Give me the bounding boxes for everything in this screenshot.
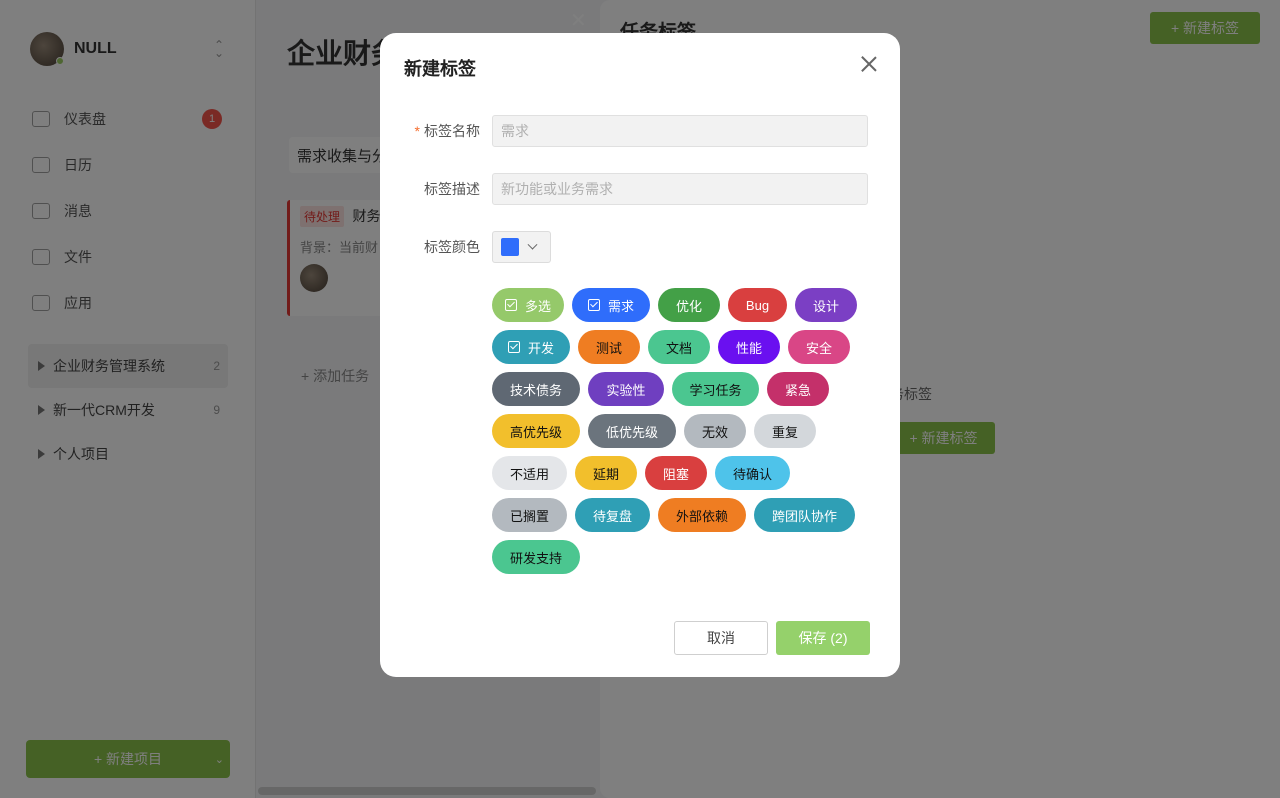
chip-row: 技术债务 实验性 学习任务 紧急: [492, 372, 872, 406]
tag-chip[interactable]: 优化: [658, 288, 720, 322]
tag-chip[interactable]: 重复: [754, 414, 816, 448]
tag-chip[interactable]: 技术债务: [492, 372, 580, 406]
tag-chip-label: 安全: [805, 340, 832, 356]
tag-chip-label: 外部依赖: [675, 508, 728, 524]
chip-row: 开发 测试 文档 性能 安全: [492, 330, 872, 364]
cancel-button[interactable]: 取消: [674, 621, 768, 655]
tag-chip[interactable]: 不适用: [492, 456, 567, 490]
preset-tag-list: 多选 需求 优化 Bug 设计开发 测试 文档 性能 安全技术债务 实验性 学习任务 紧急高优先级 低优…: [492, 288, 872, 582]
tag-chip-label: 待确认: [732, 466, 772, 482]
tag-chip-label: 紧急: [784, 382, 811, 398]
tag-chip-label: 多选: [524, 298, 551, 314]
tag-chip[interactable]: 文档: [648, 330, 710, 364]
tag-name-label: * 标签名称: [415, 115, 480, 147]
tag-chip[interactable]: 跨团队协作: [754, 498, 855, 532]
chip-row: 已搁置 待复盘 外部依赖 跨团队协作: [492, 498, 872, 532]
tag-desc-input[interactable]: [492, 173, 868, 205]
tag-chip[interactable]: 开发: [492, 330, 570, 364]
tag-chip-label: 跨团队协作: [771, 508, 837, 524]
tag-chip-label: 延期: [592, 466, 619, 482]
save-button[interactable]: 保存 (2): [776, 621, 870, 655]
tag-chip-label: 设计: [812, 298, 839, 314]
new-tag-dialog: 新建标签 *标签名称 标签描述 标签颜色 多选 需求 优化 Bug 设计开发 测试 文档 性能…: [380, 33, 900, 677]
close-icon[interactable]: [858, 53, 880, 75]
tag-chip-label: 开发: [527, 340, 554, 356]
tag-chip[interactable]: Bug: [728, 288, 787, 322]
tag-chip[interactable]: 外部依赖: [658, 498, 746, 532]
tag-chip-label: 不适用: [509, 466, 549, 482]
tag-chip[interactable]: 无效: [684, 414, 746, 448]
tag-name-row: * 标签名称: [380, 115, 900, 147]
checkbox-checked-icon: [507, 341, 520, 353]
tag-chip[interactable]: 低优先级: [588, 414, 676, 448]
tag-chip[interactable]: 已搁置: [492, 498, 567, 532]
color-swatch: [501, 238, 519, 256]
tag-chip[interactable]: 多选: [492, 288, 564, 322]
tag-chip-label: 无效: [701, 424, 728, 440]
tag-chip[interactable]: 学习任务: [672, 372, 759, 406]
tag-chip[interactable]: 待确认: [715, 456, 790, 490]
tag-name-label-text: 标签名称: [424, 123, 480, 139]
tag-chip[interactable]: 研发支持: [492, 540, 580, 574]
tag-chip-label: 重复: [771, 424, 798, 440]
checkbox-checked-icon: [587, 299, 600, 311]
tag-color-row: 标签颜色: [380, 231, 900, 263]
tag-chip-label: Bug: [745, 297, 770, 313]
tag-chip[interactable]: 高优先级: [492, 414, 580, 448]
dialog-title: 新建标签: [404, 59, 476, 79]
tag-chip[interactable]: 性能: [718, 330, 780, 364]
chevron-down-icon: [527, 239, 538, 250]
tag-chip-label: 高优先级: [509, 424, 562, 440]
tag-name-input[interactable]: [492, 115, 868, 147]
tag-chip-label: 阻塞: [662, 466, 689, 482]
tag-chip[interactable]: 测试: [578, 330, 640, 364]
tag-chip[interactable]: 延期: [575, 456, 637, 490]
tag-chip-label: 低优先级: [605, 424, 658, 440]
tag-chip-label: 实验性: [606, 382, 646, 398]
tag-chip[interactable]: 阻塞: [645, 456, 707, 490]
chip-row: 多选 需求 优化 Bug 设计: [492, 288, 872, 322]
tag-chip-label: 文档: [665, 340, 692, 356]
tag-desc-row: 标签描述: [380, 173, 900, 205]
tag-color-label: 标签颜色: [424, 239, 480, 255]
checkbox-checked-icon: [504, 299, 517, 311]
tag-chip-label: 待复盘: [592, 508, 632, 524]
tag-chip-label: 优化: [675, 298, 702, 314]
tag-chip-label: 性能: [735, 340, 762, 356]
tag-chip-label: 测试: [595, 340, 622, 356]
tag-chip-label: 研发支持: [509, 550, 562, 566]
tag-chip[interactable]: 待复盘: [575, 498, 650, 532]
tag-desc-label: 标签描述: [424, 181, 480, 197]
chip-row: 高优先级 低优先级 无效 重复: [492, 414, 872, 448]
tag-chip-label: 技术债务: [509, 382, 562, 398]
tag-chip[interactable]: 实验性: [588, 372, 664, 406]
tag-chip[interactable]: 设计: [795, 288, 857, 322]
tag-chip[interactable]: 安全: [788, 330, 850, 364]
tag-chip-label: 学习任务: [689, 382, 742, 398]
color-picker[interactable]: [492, 231, 551, 263]
chip-row: 研发支持: [492, 540, 872, 574]
tag-chip-label: 已搁置: [509, 508, 549, 524]
tag-chip[interactable]: 紧急: [767, 372, 829, 406]
required-mark: *: [414, 123, 420, 139]
tag-chip-label: 需求: [607, 298, 634, 314]
chip-row: 不适用 延期 阻塞 待确认: [492, 456, 872, 490]
tag-chip[interactable]: 需求: [572, 288, 650, 322]
